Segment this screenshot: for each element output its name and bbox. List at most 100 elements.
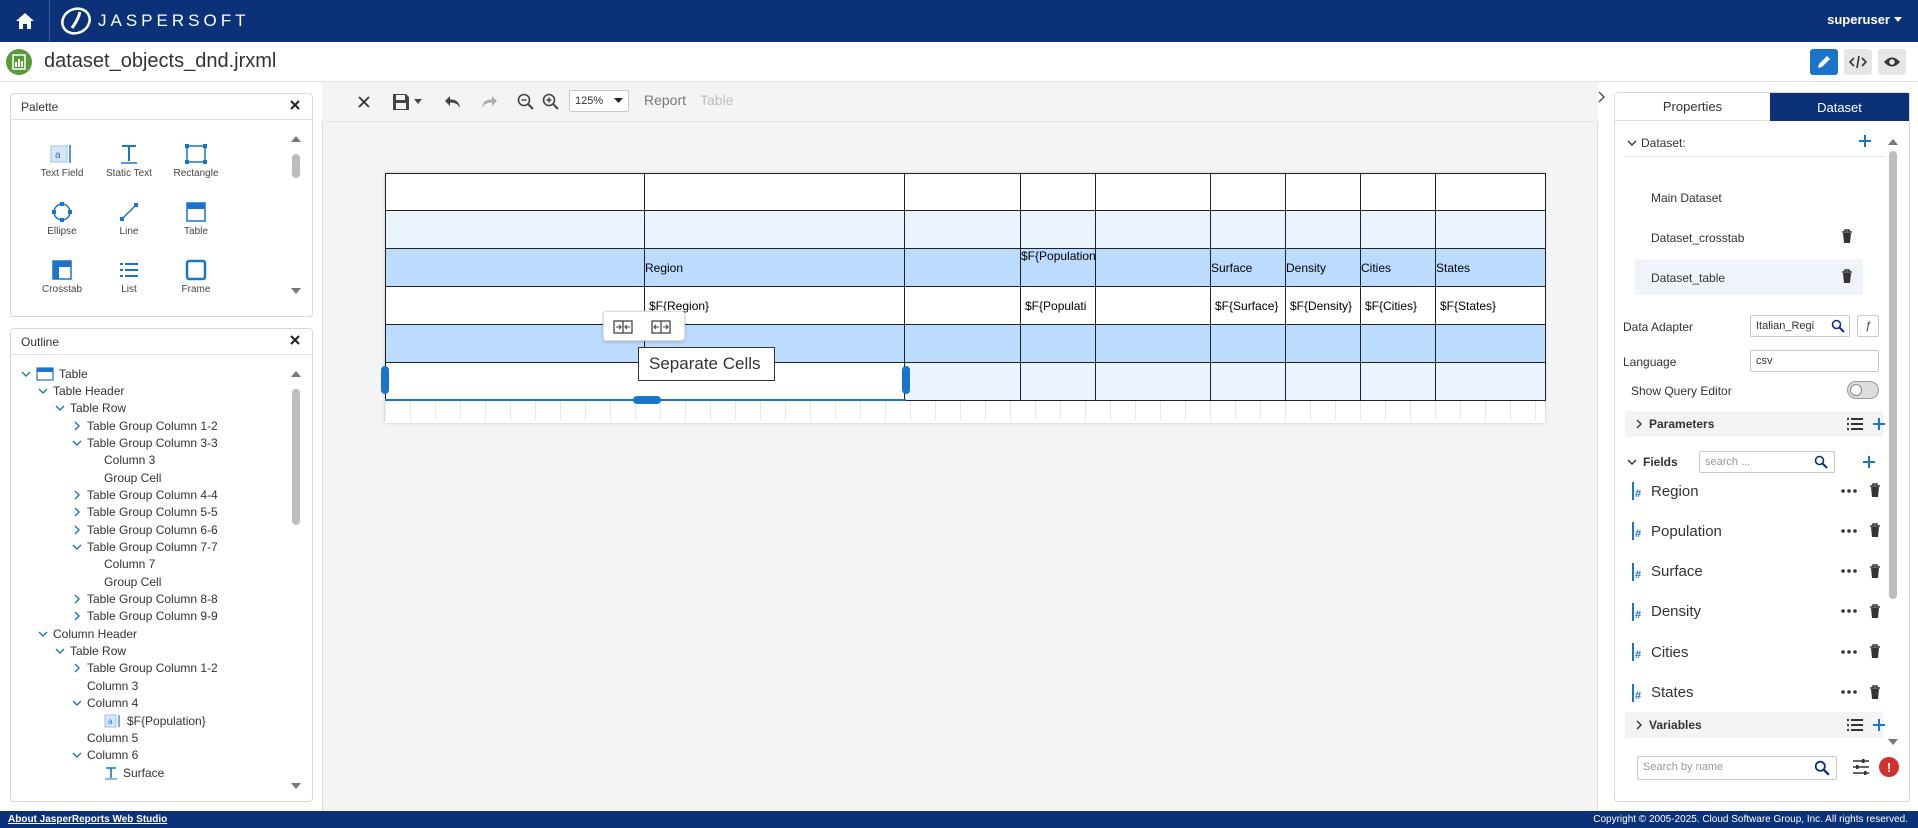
- variables-section[interactable]: Variables: [1625, 712, 1885, 738]
- save-menu-button[interactable]: [390, 92, 424, 112]
- field-options-button[interactable]: [1841, 528, 1857, 533]
- merge-cells-button[interactable]: [612, 318, 634, 336]
- data-adapter-field[interactable]: Italian_Regi: [1750, 315, 1850, 337]
- delete-field-button[interactable]: [1869, 563, 1881, 579]
- palette-item-text-field[interactable]: a Text Field: [29, 140, 95, 179]
- field-item[interactable]: # Cities: [1631, 640, 1881, 664]
- design-mode-button[interactable]: [1810, 49, 1838, 75]
- outline-item[interactable]: Table Group Column 9-9: [72, 608, 218, 625]
- outline-item[interactable]: Table Group Column 4-4: [72, 486, 218, 503]
- language-field[interactable]: csv: [1750, 350, 1879, 372]
- table-cell[interactable]: [1285, 173, 1361, 211]
- table-cell[interactable]: [1360, 324, 1436, 363]
- table-cell[interactable]: [1020, 324, 1096, 363]
- table-cell[interactable]: [1435, 362, 1546, 401]
- table-cell[interactable]: [1360, 210, 1436, 249]
- dataset-panel-scrollbar[interactable]: [1885, 137, 1901, 751]
- palette-scroll-thumb[interactable]: [292, 154, 300, 178]
- table-cell[interactable]: [1435, 210, 1546, 249]
- outline-item[interactable]: Group Cell: [89, 469, 161, 486]
- delete-dataset-button[interactable]: [1841, 229, 1853, 244]
- parameters-section[interactable]: Parameters: [1625, 411, 1885, 437]
- detail-cell[interactable]: $F{States}: [1435, 286, 1546, 325]
- chevron-right-icon[interactable]: [72, 663, 82, 673]
- table-cell[interactable]: [904, 286, 1021, 325]
- breadcrumb-report[interactable]: Report: [644, 92, 686, 108]
- chevron-right-icon[interactable]: [72, 525, 82, 535]
- report-page[interactable]: Region $F{Population Surface Density Cities S…: [385, 173, 1546, 423]
- close-palette-button[interactable]: [288, 98, 302, 112]
- redo-button[interactable]: [478, 92, 500, 112]
- palette-item-line[interactable]: Line: [96, 198, 162, 237]
- detail-cell[interactable]: $F{Populati: [1020, 286, 1096, 325]
- table-cell[interactable]: [1285, 210, 1361, 249]
- table-cell[interactable]: [904, 210, 1021, 249]
- outline-scrollbar[interactable]: [288, 369, 304, 797]
- table-cell[interactable]: [904, 248, 1021, 287]
- variables-list-button[interactable]: [1847, 718, 1863, 732]
- palette-item-rectangle[interactable]: Rectangle: [163, 140, 229, 179]
- outline-scroll-thumb[interactable]: [292, 389, 300, 525]
- table-cell[interactable]: [644, 173, 905, 211]
- field-item[interactable]: # States: [1631, 681, 1881, 705]
- field-options-button[interactable]: [1841, 609, 1857, 614]
- zoom-select[interactable]: 125%: [569, 90, 629, 112]
- chevron-down-icon[interactable]: [55, 646, 65, 656]
- palette-item-ellipse[interactable]: Ellipse: [29, 198, 95, 237]
- outline-item[interactable]: Table Group Column 8-8: [72, 591, 218, 608]
- dataset-item-crosstab[interactable]: Dataset_crosstab: [1635, 219, 1863, 255]
- table-cell[interactable]: [1095, 286, 1211, 325]
- palette-item-crosstab[interactable]: Crosstab: [29, 256, 95, 295]
- table-cell[interactable]: [1210, 324, 1286, 363]
- table-cell[interactable]: [904, 173, 1021, 211]
- table-cell[interactable]: [1095, 362, 1211, 401]
- tab-properties[interactable]: Properties: [1615, 93, 1770, 121]
- close-outline-button[interactable]: [288, 333, 302, 347]
- table-cell[interactable]: [1210, 173, 1286, 211]
- field-item[interactable]: # Density: [1631, 600, 1881, 624]
- preview-mode-button[interactable]: [1878, 49, 1906, 75]
- table-cell[interactable]: [385, 248, 645, 287]
- palette-item-table[interactable]: Table: [163, 198, 229, 237]
- dataset-item-main[interactable]: Main Dataset: [1635, 179, 1863, 215]
- table-cell[interactable]: [1020, 210, 1096, 249]
- table-cell[interactable]: [1435, 324, 1546, 363]
- delete-field-button[interactable]: [1869, 523, 1881, 538]
- source-mode-button[interactable]: [1844, 49, 1872, 75]
- outline-item[interactable]: Column Header: [38, 625, 137, 642]
- table-cell[interactable]: [1285, 362, 1361, 401]
- table-cell[interactable]: [1095, 324, 1211, 363]
- delete-field-button[interactable]: [1869, 644, 1881, 659]
- field-options-button[interactable]: [1841, 488, 1857, 493]
- palette-item-frame[interactable]: Frame: [163, 256, 229, 295]
- outline-item[interactable]: Table Group Column 6-6: [72, 521, 218, 538]
- palette-scrollbar[interactable]: [288, 134, 304, 304]
- palette-item-list[interactable]: List: [96, 256, 162, 295]
- outline-item[interactable]: Table Header: [38, 382, 124, 399]
- chevron-down-icon[interactable]: [72, 750, 82, 760]
- zoom-in-button[interactable]: [541, 92, 561, 112]
- column-header-cell[interactable]: Density: [1285, 248, 1361, 287]
- dataset-scroll-thumb[interactable]: [1889, 151, 1897, 599]
- outline-item[interactable]: Table Row: [55, 643, 126, 660]
- field-options-button[interactable]: [1841, 649, 1857, 654]
- chevron-down-icon[interactable]: [55, 403, 65, 413]
- outline-item[interactable]: Table Group Column 7-7: [72, 539, 218, 556]
- outline-item[interactable]: Table Group Column 1-2: [72, 417, 218, 434]
- table-cell[interactable]: [1210, 210, 1286, 249]
- chevron-down-icon[interactable]: [72, 438, 82, 448]
- table-cell[interactable]: [1020, 362, 1096, 401]
- add-field-button[interactable]: [1861, 454, 1877, 470]
- chevron-down-icon[interactable]: [21, 369, 31, 379]
- table-cell[interactable]: [904, 324, 1021, 363]
- table-cell[interactable]: [1095, 248, 1211, 287]
- home-button[interactable]: [0, 0, 50, 42]
- outline-item[interactable]: Column 6: [72, 747, 138, 764]
- field-options-button[interactable]: [1841, 690, 1857, 694]
- outline-item[interactable]: Table Group Column 3-3: [72, 434, 218, 451]
- outline-item[interactable]: Column 5: [72, 729, 138, 746]
- chevron-down-icon[interactable]: [72, 542, 82, 552]
- show-query-editor-toggle[interactable]: [1847, 381, 1879, 399]
- expression-editor-button[interactable]: ƒ: [1857, 315, 1879, 337]
- about-link[interactable]: About JasperReports Web Studio: [8, 814, 167, 825]
